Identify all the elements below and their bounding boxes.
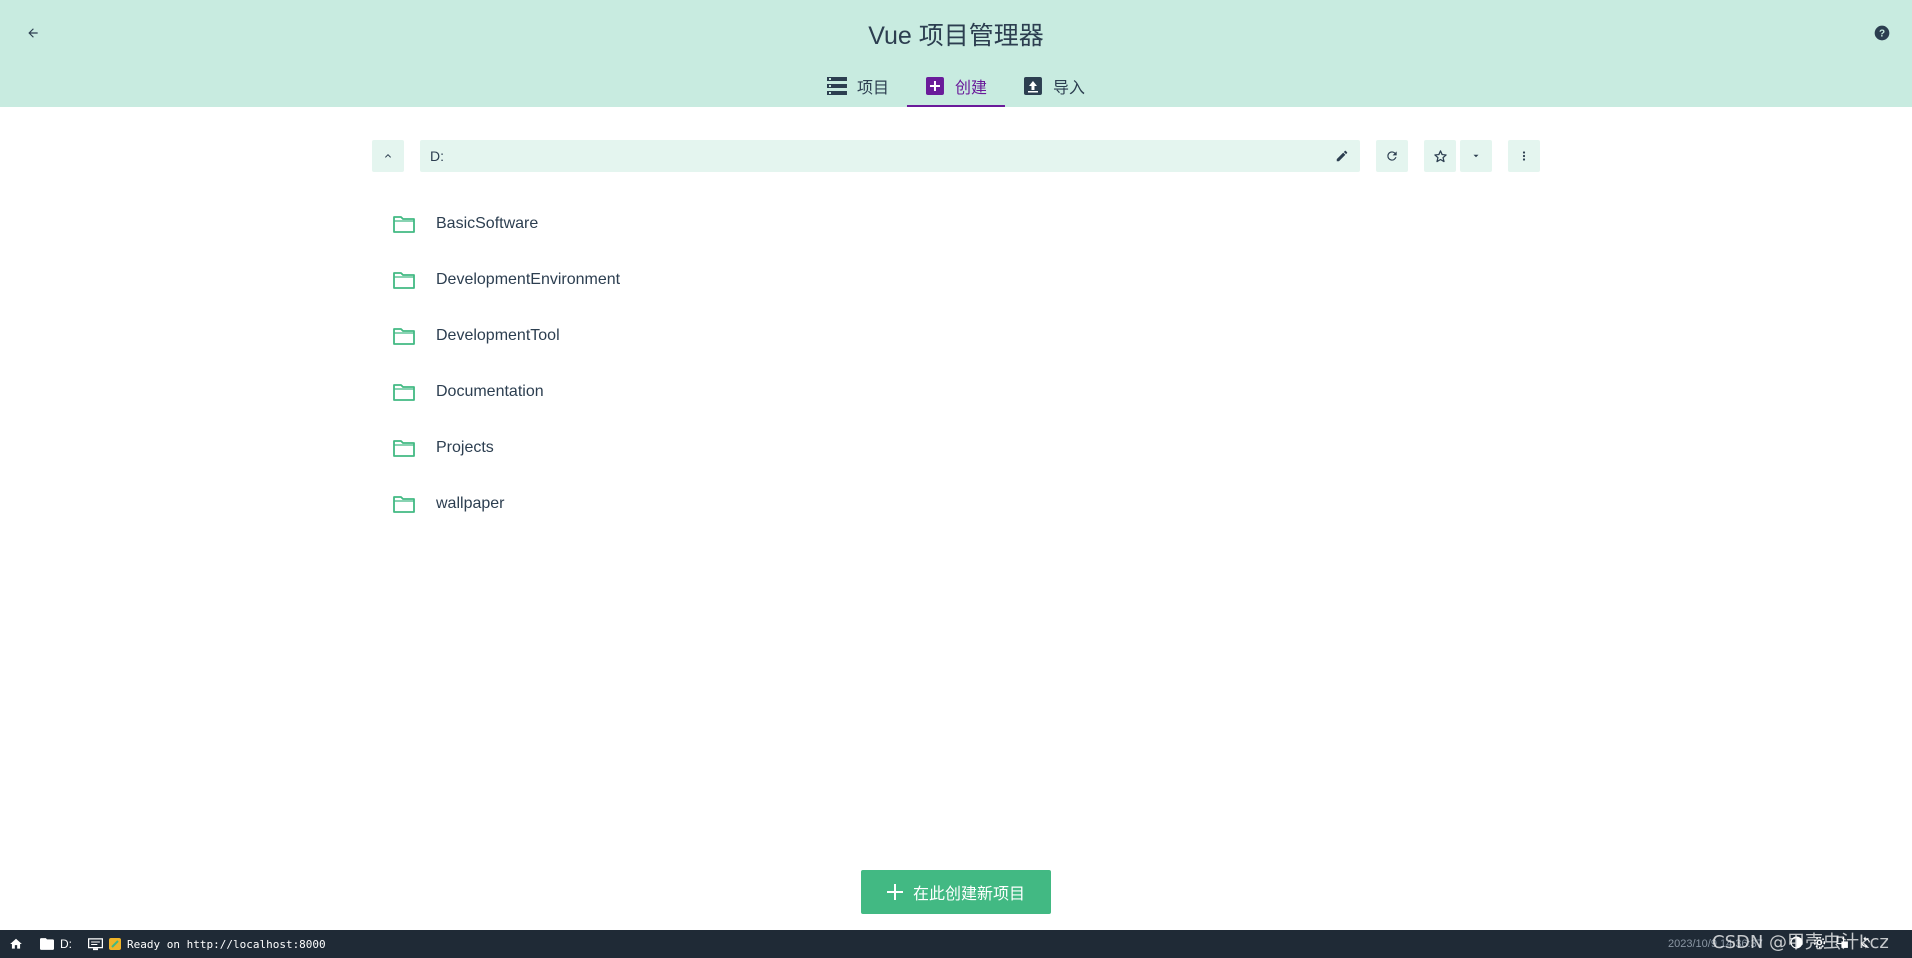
list-item[interactable]: DevelopmentEnvironment [392,252,1532,308]
status-time: 2023/10/9 14:36:37 [1668,938,1763,950]
folder-name: Projects [436,439,494,456]
gear-icon [1813,936,1826,949]
more-vert-icon [1522,151,1526,161]
sync-icon [1861,936,1870,949]
tab-create[interactable]: 创建 [906,65,1006,107]
add-box-icon [925,76,945,96]
create-project-button[interactable]: 在此创建新项目 [861,870,1051,914]
plus-icon [886,884,903,900]
console-log-button[interactable]: Ready on http://localhost:8000 [88,930,326,958]
parent-folder-button[interactable] [372,140,404,172]
chevron-up-icon [385,154,391,158]
folder-toolbar [372,140,1540,172]
current-folder-button[interactable]: D: [40,930,72,958]
language-button[interactable] [1836,936,1849,952]
sync-button[interactable] [1859,936,1872,952]
edit-path-button[interactable] [1330,144,1354,168]
svg-text:?: ? [1879,28,1885,39]
dark-mode-toggle[interactable] [1790,936,1803,952]
create-project-label: 在此创建新项目 [912,886,1025,903]
more-options-button[interactable] [1508,140,1540,172]
help-icon: ? [1874,25,1890,41]
list-item[interactable]: DevelopmentTool [392,308,1532,364]
folder-name: Documentation [436,383,544,400]
tab-label: 项目 [856,80,889,97]
upload-icon [1023,76,1043,96]
folder-list: BasicSoftware DevelopmentEnvironment Dev… [392,196,1532,532]
list-item[interactable]: Documentation [392,364,1532,420]
home-button[interactable] [9,930,23,958]
favorites-dropdown-button[interactable] [1460,140,1492,172]
settings-button[interactable] [1813,936,1826,952]
pencil-icon [1336,150,1348,162]
refresh-button[interactable] [1376,140,1408,172]
tab-label: 导入 [1053,80,1086,97]
folder-icon [392,492,416,516]
star-outline-icon [1433,149,1447,162]
caret-down-icon [1473,154,1479,158]
tab-projects[interactable]: 项目 [809,65,907,107]
log-message: Ready on http://localhost:8000 [127,937,326,951]
folder-icon [40,938,54,950]
folder-name: DevelopmentTool [436,327,560,344]
folder-name: BasicSoftware [436,215,539,232]
path-field [420,140,1360,172]
folder-icon [392,324,416,348]
folder-icon [392,436,416,460]
page-title: Vue 项目管理器 [868,22,1044,50]
tab-bar: 项目 创建 导入 [809,65,1103,107]
path-input[interactable] [420,140,1320,172]
status-bar: D: Ready on http://localhost:8000 2023/1… [0,930,1912,958]
folder-icon [392,268,416,292]
current-folder-label: D: [60,937,72,951]
tab-import[interactable]: 导入 [1005,65,1103,107]
favorite-button[interactable] [1424,140,1456,172]
status-right-icons [1790,930,1872,958]
folder-icon [392,212,416,236]
home-icon [10,938,22,949]
tab-label: 创建 [954,80,988,97]
list-item[interactable]: BasicSoftware [392,196,1532,252]
folder-name: wallpaper [436,495,505,512]
list-icon [826,76,847,96]
app-header: Vue 项目管理器 ? 项目 创建 导入 [0,0,1912,107]
folder-icon [392,380,416,404]
folder-name: DevelopmentEnvironment [436,271,621,288]
contrast-icon [1790,936,1803,949]
help-button[interactable]: ? [1870,21,1894,45]
vue-cli-icon [109,938,121,950]
refresh-icon [1387,151,1397,161]
console-icon [88,937,103,950]
list-item[interactable]: Projects [392,420,1532,476]
translate-icon [1836,936,1848,948]
list-item[interactable]: wallpaper [392,476,1532,532]
